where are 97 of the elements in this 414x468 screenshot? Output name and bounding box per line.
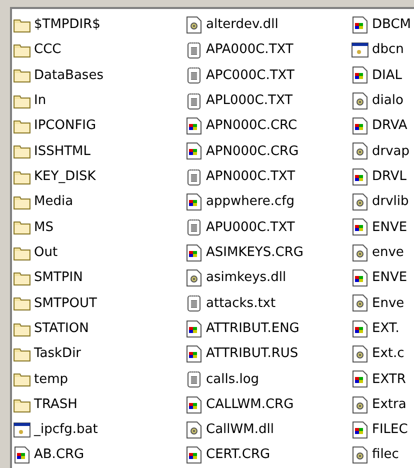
file-name[interactable]: APA000C.TXT bbox=[206, 40, 294, 60]
application-file-icon bbox=[351, 268, 369, 287]
file-name[interactable]: DBCM bbox=[372, 14, 411, 34]
folder-icon bbox=[13, 118, 31, 134]
application-file-icon bbox=[185, 142, 203, 160]
file-name[interactable]: CCC bbox=[34, 40, 62, 60]
folder-icon bbox=[13, 194, 31, 210]
file-name[interactable]: CERT.CRG bbox=[206, 445, 270, 465]
file-name[interactable]: SMTPIN bbox=[34, 268, 83, 288]
file-name[interactable]: IPCONFIG bbox=[34, 116, 96, 136]
application-file-icon bbox=[185, 396, 203, 414]
file-name[interactable]: $TMPDIR$ bbox=[34, 14, 100, 34]
file-name[interactable]: TRASH bbox=[34, 394, 78, 414]
application-file-icon bbox=[185, 320, 203, 338]
file-name[interactable]: EXT. bbox=[372, 318, 400, 338]
file-name[interactable]: dbcn bbox=[372, 40, 404, 60]
file-name[interactable]: MS bbox=[34, 218, 54, 238]
folder-icon bbox=[13, 346, 31, 362]
application-file-icon bbox=[13, 446, 31, 464]
file-name[interactable]: Extra bbox=[372, 394, 406, 414]
application-file-icon bbox=[351, 116, 369, 135]
folder-icon bbox=[13, 295, 31, 312]
file-name[interactable]: APL000C.TXT bbox=[206, 90, 293, 110]
application-file-icon bbox=[351, 218, 369, 236]
window-icon bbox=[13, 422, 31, 438]
folder-icon bbox=[13, 371, 31, 388]
file-name[interactable]: KEY_DISK bbox=[34, 166, 96, 186]
file-name[interactable]: FILEC bbox=[372, 420, 408, 440]
file-name[interactable]: DRVA bbox=[372, 116, 408, 136]
application-file-icon bbox=[351, 370, 369, 388]
file-name[interactable]: drvap bbox=[372, 142, 410, 162]
file-name[interactable]: ENVE bbox=[372, 218, 408, 238]
folder-icon bbox=[13, 67, 31, 84]
folder-icon bbox=[13, 244, 31, 261]
window-icon bbox=[351, 42, 369, 58]
file-name[interactable]: dialo bbox=[372, 90, 404, 110]
folder-icon bbox=[13, 16, 31, 33]
file-name[interactable]: asimkeys.dll bbox=[206, 268, 286, 288]
folder-icon bbox=[13, 270, 31, 286]
application-file-icon bbox=[185, 192, 203, 211]
application-file-icon bbox=[185, 244, 203, 262]
file-name[interactable]: ASIMKEYS.CRG bbox=[206, 242, 304, 262]
folder-icon bbox=[13, 42, 31, 58]
file-name[interactable]: drvlib bbox=[372, 192, 409, 212]
file-name[interactable]: _ipcfg.bat bbox=[34, 420, 98, 440]
file-name[interactable]: Ext.c bbox=[372, 344, 404, 364]
application-file-icon bbox=[351, 16, 369, 34]
file-name[interactable]: CallWM.dll bbox=[206, 420, 274, 440]
file-name[interactable]: filec bbox=[372, 445, 399, 465]
application-file-icon bbox=[351, 420, 369, 439]
file-name[interactable]: ENVE bbox=[372, 268, 408, 288]
file-name[interactable]: Media bbox=[34, 192, 74, 212]
notepad-icon bbox=[185, 66, 203, 84]
folder-icon bbox=[13, 219, 31, 236]
file-name[interactable]: attacks.txt bbox=[206, 294, 276, 314]
file-name[interactable]: STATION bbox=[34, 318, 89, 338]
file-name[interactable]: appwhere.cfg bbox=[206, 192, 295, 212]
file-name[interactable]: AB.CRG bbox=[34, 445, 84, 465]
application-file-icon bbox=[185, 344, 203, 363]
application-file-icon bbox=[351, 66, 369, 84]
file-name[interactable]: ISSHTML bbox=[34, 142, 91, 162]
file-name[interactable]: CALLWM.CRG bbox=[206, 394, 294, 414]
notepad-icon bbox=[185, 40, 203, 59]
notepad-icon bbox=[185, 168, 203, 186]
file-name[interactable]: enve bbox=[372, 242, 404, 262]
notepad-icon bbox=[185, 370, 203, 388]
application-file-icon bbox=[351, 168, 369, 186]
file-name[interactable]: In bbox=[34, 90, 46, 110]
file-name[interactable]: TaskDir bbox=[34, 344, 82, 364]
file-name[interactable]: calls.log bbox=[206, 370, 260, 389]
folder-icon bbox=[13, 92, 31, 109]
file-name[interactable]: SMTPOUT bbox=[34, 294, 97, 314]
file-name[interactable]: APN000C.CRC bbox=[206, 116, 298, 136]
file-name[interactable]: DRVL bbox=[372, 166, 406, 186]
file-name[interactable]: APU000C.TXT bbox=[206, 218, 295, 238]
folder-icon bbox=[13, 320, 31, 337]
file-name[interactable]: APC000C.TXT bbox=[206, 66, 294, 86]
notepad-icon bbox=[185, 92, 203, 110]
file-name[interactable]: Enve bbox=[372, 294, 404, 314]
application-file-icon bbox=[185, 116, 203, 135]
notepad-icon bbox=[185, 218, 203, 236]
file-name[interactable]: temp bbox=[34, 370, 68, 389]
file-name[interactable]: APN000C.CRG bbox=[206, 142, 299, 162]
file-name[interactable]: EXTR bbox=[372, 370, 406, 389]
file-name[interactable]: APN000C.TXT bbox=[206, 166, 296, 186]
notepad-icon bbox=[185, 294, 203, 312]
file-name[interactable]: alterdev.dll bbox=[206, 14, 278, 34]
folder-icon bbox=[13, 168, 31, 185]
file-name[interactable]: ATTRIBUT.RUS bbox=[206, 344, 298, 364]
folder-icon bbox=[13, 396, 31, 413]
file-name[interactable]: Out bbox=[34, 242, 58, 262]
file-name[interactable]: DIAL bbox=[372, 66, 402, 86]
folder-icon bbox=[13, 143, 31, 160]
file-name[interactable]: ATTRIBUT.ENG bbox=[206, 318, 300, 338]
application-file-icon bbox=[351, 320, 369, 338]
file-name[interactable]: DataBases bbox=[34, 66, 104, 86]
application-file-icon bbox=[185, 446, 203, 464]
